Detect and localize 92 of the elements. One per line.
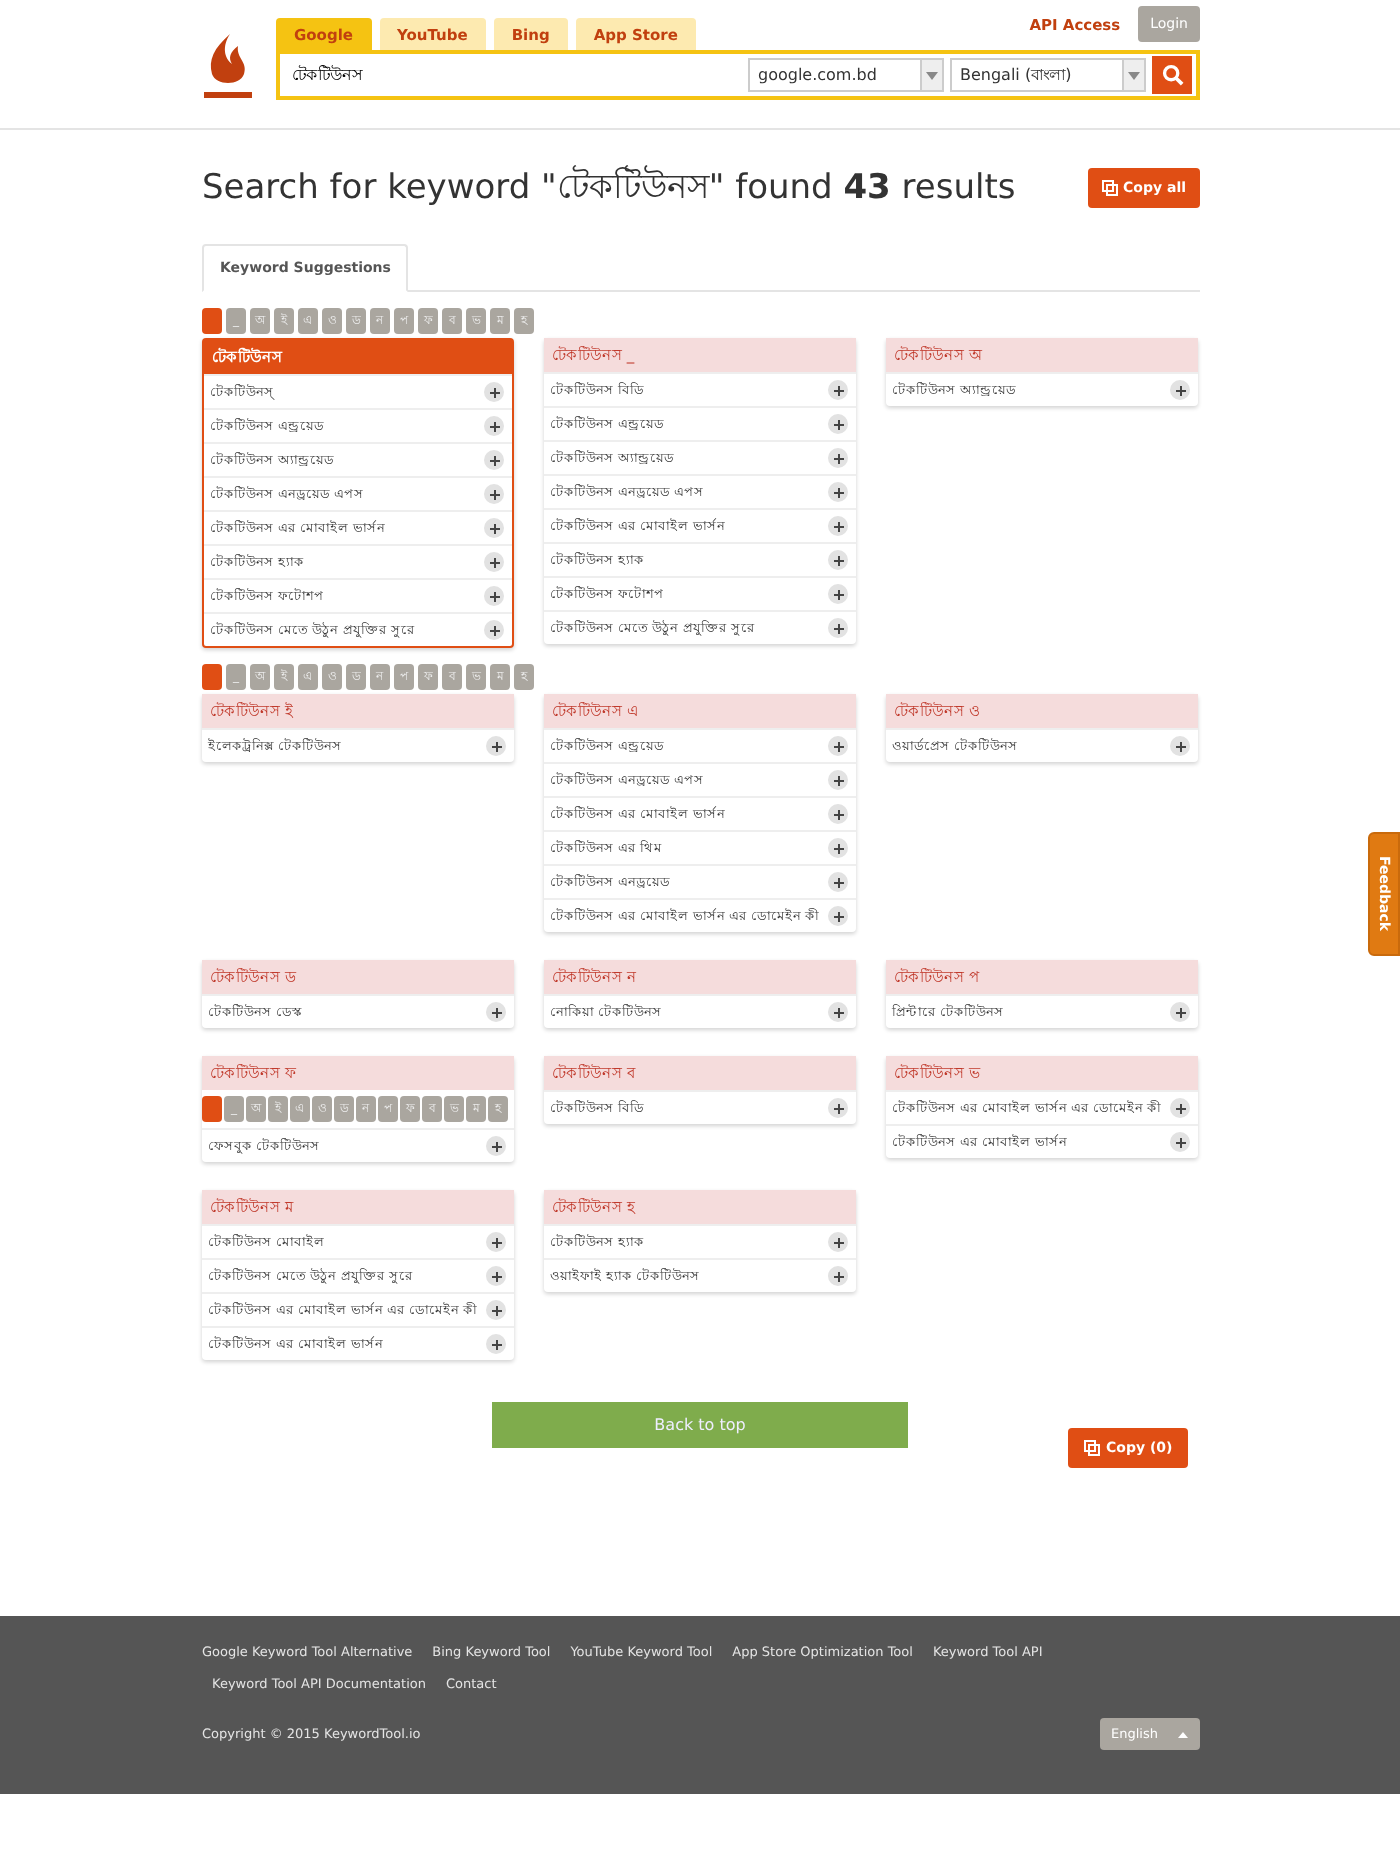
plus-icon (489, 625, 499, 635)
plus-icon (833, 623, 843, 633)
add-keyword-button[interactable] (828, 1098, 848, 1118)
add-keyword-button[interactable] (486, 1300, 506, 1320)
add-keyword-button[interactable] (486, 1266, 506, 1286)
caret-icon (1178, 1731, 1188, 1737)
plus-icon (489, 523, 499, 533)
add-keyword-button[interactable] (1170, 380, 1190, 400)
plus-icon (1175, 1137, 1185, 1147)
letter-filter-button[interactable] (202, 664, 222, 690)
add-keyword-button[interactable] (828, 906, 848, 926)
plus-icon (489, 489, 499, 499)
add-keyword-button[interactable] (484, 518, 504, 538)
search-button[interactable] (1152, 56, 1192, 94)
add-keyword-button[interactable] (484, 382, 504, 402)
caret-icon (926, 71, 938, 79)
add-keyword-button[interactable] (1170, 1132, 1190, 1152)
plus-icon (833, 1103, 843, 1113)
letter-filter-button[interactable] (202, 308, 222, 334)
results-heading: Search for keyword "টেকটিউনস" found 43 results (202, 163, 1016, 212)
plus-icon (1175, 1103, 1185, 1113)
add-keyword-button[interactable] (486, 1334, 506, 1354)
plus-icon (491, 1141, 501, 1151)
add-keyword-button[interactable] (828, 1266, 848, 1286)
flame-logo-icon[interactable] (202, 32, 254, 100)
plus-icon (489, 591, 499, 601)
add-keyword-button[interactable] (828, 380, 848, 400)
add-keyword-button[interactable] (486, 1232, 506, 1252)
plus-icon (833, 419, 843, 429)
add-keyword-button[interactable] (484, 484, 504, 504)
plus-icon (833, 843, 843, 853)
plus-icon (489, 387, 499, 397)
plus-icon (491, 1237, 501, 1247)
plus-icon (491, 1007, 501, 1017)
plus-icon (491, 1271, 501, 1281)
plus-icon (1175, 741, 1185, 751)
country-select[interactable]: google.com.bd (748, 58, 944, 92)
plus-icon (491, 741, 501, 751)
plus-icon (833, 521, 843, 531)
add-keyword-button[interactable] (828, 1002, 848, 1022)
add-keyword-button[interactable] (484, 450, 504, 470)
caret-icon (1128, 71, 1140, 79)
plus-icon (833, 1237, 843, 1247)
add-keyword-button[interactable] (828, 414, 848, 434)
plus-icon (833, 809, 843, 819)
plus-icon (833, 877, 843, 887)
add-keyword-button[interactable] (484, 620, 504, 640)
add-keyword-button[interactable] (1170, 1098, 1190, 1118)
add-keyword-button[interactable] (828, 838, 848, 858)
add-keyword-button[interactable] (1170, 1002, 1190, 1022)
plus-icon (833, 589, 843, 599)
plus-icon (833, 775, 843, 785)
add-keyword-button[interactable] (828, 770, 848, 790)
add-keyword-button[interactable] (828, 1232, 848, 1252)
add-keyword-button[interactable] (828, 872, 848, 892)
add-keyword-button[interactable] (484, 552, 504, 572)
plus-icon (489, 421, 499, 431)
plus-icon (833, 1271, 843, 1281)
copy-icon (1101, 180, 1118, 196)
add-keyword-button[interactable] (1170, 736, 1190, 756)
plus-icon (833, 385, 843, 395)
plus-icon (833, 555, 843, 565)
plus-icon (489, 557, 499, 567)
plus-icon (833, 911, 843, 921)
plus-icon (833, 741, 843, 751)
copy-icon (1084, 1440, 1100, 1456)
plus-icon (833, 487, 843, 497)
add-keyword-button[interactable] (828, 550, 848, 570)
plus-icon (489, 455, 499, 465)
language-select[interactable]: Bengali (বাংলা) (950, 58, 1146, 92)
add-keyword-button[interactable] (486, 1136, 506, 1156)
add-keyword-button[interactable] (828, 804, 848, 824)
add-keyword-button[interactable] (828, 618, 848, 638)
back-to-top-button[interactable]: Back to top (492, 1402, 908, 1448)
plus-icon (491, 1305, 501, 1315)
add-keyword-button[interactable] (486, 1002, 506, 1022)
search-icon (1161, 64, 1183, 86)
add-keyword-button[interactable] (828, 448, 848, 468)
add-keyword-button[interactable] (484, 416, 504, 436)
plus-icon (833, 453, 843, 463)
add-keyword-button[interactable] (486, 736, 506, 756)
plus-icon (1175, 385, 1185, 395)
search-bar[interactable]: টেকটিউনস google.com.bd Bengali (বাংলা) (276, 50, 1200, 100)
letter-filter-button[interactable] (202, 1096, 222, 1122)
plus-icon (491, 1339, 501, 1349)
plus-icon (833, 1007, 843, 1017)
add-keyword-button[interactable] (828, 584, 848, 604)
add-keyword-button[interactable] (828, 482, 848, 502)
plus-icon (1175, 1007, 1185, 1017)
add-keyword-button[interactable] (828, 736, 848, 756)
add-keyword-button[interactable] (828, 516, 848, 536)
add-keyword-button[interactable] (484, 586, 504, 606)
